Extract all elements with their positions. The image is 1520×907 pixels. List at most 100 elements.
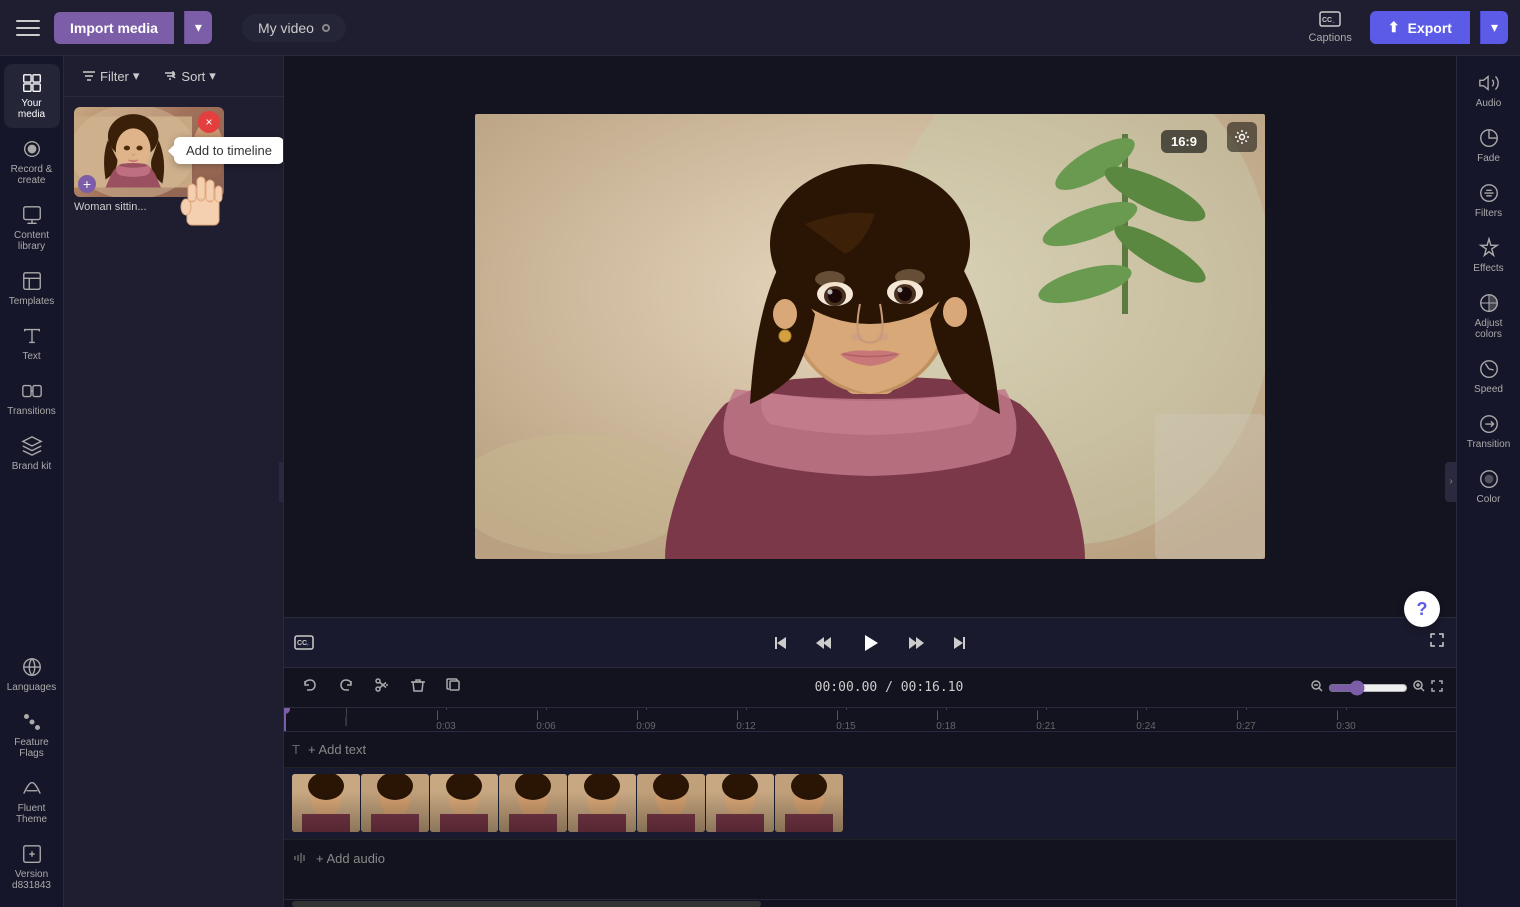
timeline-content: | |0:03 |0:06 |0:09 |0:12 |0:15 |0:18 |0… [284,708,1456,899]
media-add-button[interactable]: + [78,175,96,193]
play-button[interactable] [852,625,888,661]
right-sidebar-item-audio[interactable]: Audio [1461,64,1517,117]
sidebar-item-fluent-theme[interactable]: Fluent Theme [4,769,60,833]
your-media-icon [21,72,43,94]
sidebar-item-version[interactable]: Version d831843 [4,835,60,899]
aspect-ratio-badge: 16:9 [1161,130,1207,153]
effects-icon [1478,237,1500,259]
right-sidebar-item-color[interactable]: Color [1461,460,1517,513]
clip-thumb-6[interactable] [637,774,705,832]
ruler-marks: | |0:03 |0:06 |0:09 |0:12 |0:15 |0:18 |0… [288,708,1456,732]
right-sidebar-item-filters[interactable]: Filters [1461,174,1517,227]
export-button[interactable]: ⬆ Export [1370,11,1470,44]
my-video-label: My video [258,20,314,36]
svg-text:CC: CC [1322,17,1332,24]
sidebar-item-label: Brand kit [12,461,51,472]
skip-end-icon [950,634,968,652]
duplicate-icon [446,677,462,693]
undo-button[interactable] [296,673,324,702]
import-media-button[interactable]: Import media [54,12,174,44]
timeline-ruler: | |0:03 |0:06 |0:09 |0:12 |0:15 |0:18 |0… [284,708,1456,732]
rewind-button[interactable] [810,630,836,656]
right-sidebar-item-effects[interactable]: Effects [1461,229,1517,282]
sidebar-item-label: Templates [9,296,55,307]
sidebar-item-label: Record & create [8,164,56,186]
sidebar-item-feature-flags[interactable]: Feature Flags [4,703,60,767]
fast-forward-button[interactable] [904,630,930,656]
add-audio-button[interactable]: + Add audio [316,851,385,866]
right-sidebar-collapse[interactable]: › [1445,462,1457,502]
version-icon [21,843,43,865]
preview-settings-button[interactable] [1227,122,1257,152]
fit-to-view-button[interactable] [1430,679,1444,696]
fullscreen-button[interactable] [1428,631,1446,654]
sidebar-item-label: Version d831843 [8,869,56,891]
sidebar-item-languages[interactable]: Languages [4,648,60,701]
right-sidebar-item-adjust-colors[interactable]: Adjust colors [1461,284,1517,348]
video-track [284,768,1456,840]
audio-track-icon [292,850,308,866]
sidebar-item-text[interactable]: Text [4,317,60,370]
filter-button[interactable]: Filter ▾ [74,64,147,88]
cut-icon [374,677,390,693]
sidebar-item-templates[interactable]: Templates [4,262,60,315]
clip-thumb-8[interactable] [775,774,843,832]
media-delete-button[interactable]: × [198,111,220,133]
skip-to-end-button[interactable] [946,630,972,656]
redo-icon [338,677,354,693]
help-button[interactable]: ? [1404,591,1440,627]
captions-button[interactable]: CC + Captions [1308,11,1351,44]
closed-captions-button[interactable]: CC + [294,635,314,651]
sidebar-item-label: Your media [8,98,56,120]
clip-thumb-1[interactable] [292,774,360,832]
zoom-out-button[interactable] [1310,679,1324,696]
skip-to-start-button[interactable] [768,630,794,656]
main-layout: Your media Record & create Content libra… [0,56,1520,907]
export-dropdown[interactable]: ▾ [1480,11,1508,44]
sort-button[interactable]: Sort ▾ [155,64,223,88]
import-media-dropdown[interactable]: ▾ [184,11,212,44]
timeline-time-display: 00:00.00 / 00:16.10 [476,680,1302,695]
timeline-scrollbar-thumb[interactable] [292,901,761,907]
timeline-scrollbar[interactable] [284,899,1456,907]
clip-thumb-4[interactable] [499,774,567,832]
cursor-hand-icon [174,167,234,237]
filters-icon [1478,182,1500,204]
right-sidebar-item-fade[interactable]: Fade [1461,119,1517,172]
my-video-tab[interactable]: My video [242,14,346,42]
right-sidebar-item-speed[interactable]: Speed [1461,350,1517,403]
zoom-out-icon [1310,679,1324,693]
fade-label: Fade [1477,153,1500,164]
zoom-in-button[interactable] [1412,679,1426,696]
media-item-woman[interactable]: × + Add to timeline [74,107,224,213]
redo-button[interactable] [332,673,360,702]
add-text-button[interactable]: + Add text [308,742,366,757]
sidebar-item-brand-kit[interactable]: Brand kit [4,427,60,480]
clip-thumb-5[interactable] [568,774,636,832]
audio-track: + Add audio [284,840,1456,876]
captions-icon: CC + [1319,11,1341,29]
sidebar-item-content-library[interactable]: Content library [4,196,60,260]
video-track-clips [292,774,843,834]
sidebar-item-your-media[interactable]: Your media [4,64,60,128]
timeline-tracks: | |0:03 |0:06 |0:09 |0:12 |0:15 |0:18 |0… [284,708,1456,899]
duplicate-button[interactable] [440,673,468,702]
clip-thumb-7[interactable] [706,774,774,832]
export-icon: ⬆ [1388,19,1400,36]
ruler-mark-1: |0:03 [396,708,496,732]
clip-thumb-3[interactable] [430,774,498,832]
text-track: T + Add text [284,732,1456,768]
clip-thumb-2[interactable] [361,774,429,832]
preview-settings: 16:9 [1227,122,1257,152]
right-sidebar-item-transition[interactable]: Transition [1461,405,1517,458]
audio-label: Audio [1476,98,1502,109]
sidebar-item-label: Text [22,351,40,362]
sidebar-item-transitions[interactable]: Transitions [4,372,60,425]
sidebar-item-record-create[interactable]: Record & create [4,130,60,194]
cut-button[interactable] [368,673,396,702]
ruler-mark-6: |0:18 [896,708,996,732]
menu-icon[interactable] [12,12,44,44]
sidebar-item-label: Transitions [7,406,56,417]
delete-button[interactable] [404,673,432,702]
zoom-slider[interactable] [1328,680,1408,696]
